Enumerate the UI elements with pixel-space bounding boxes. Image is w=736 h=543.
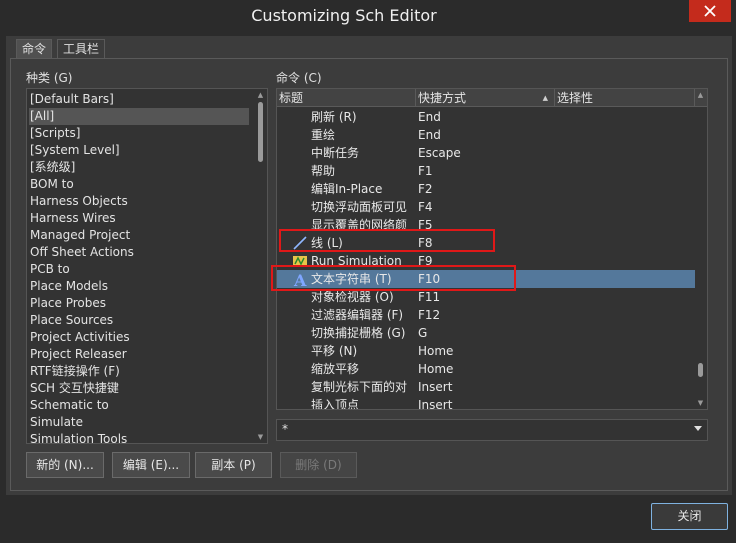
table-row[interactable]: 帮助 F1 bbox=[277, 162, 695, 180]
tab-toolbars[interactable]: 工具栏 bbox=[57, 39, 106, 59]
scroll-down-icon[interactable]: ▼ bbox=[695, 398, 706, 408]
table-row[interactable]: 重绘 End bbox=[277, 126, 695, 144]
delete-button[interactable]: 删除 (D) bbox=[280, 452, 357, 478]
col-shortcut-label: 快捷方式 bbox=[418, 91, 467, 105]
command-shortcut: Insert bbox=[418, 398, 453, 410]
close-icon bbox=[704, 5, 716, 17]
list-item[interactable]: RTF链接操作 (F) bbox=[29, 363, 249, 380]
command-name: 中断任务 bbox=[311, 146, 360, 160]
table-row[interactable]: 缩放平移 Home bbox=[277, 360, 695, 378]
scroll-down-icon[interactable]: ▼ bbox=[255, 432, 266, 442]
categories-scrollbar[interactable]: ▲ ▼ bbox=[255, 90, 266, 442]
window-close-button[interactable] bbox=[689, 0, 731, 22]
list-item[interactable]: SCH 交互快捷键 bbox=[29, 380, 249, 397]
table-row[interactable]: 切换捕捉栅格 (G) G bbox=[277, 324, 695, 342]
table-row[interactable]: 编辑In-Place F2 bbox=[277, 180, 695, 198]
list-item[interactable]: Managed Project bbox=[29, 227, 249, 244]
highlight-text-string-row bbox=[271, 265, 516, 291]
list-item[interactable]: [Default Bars] bbox=[29, 91, 249, 108]
command-shortcut: Home bbox=[418, 362, 454, 376]
command-shortcut: Home bbox=[418, 344, 454, 358]
table-row[interactable]: 刷新 (R) End bbox=[277, 108, 695, 126]
list-item[interactable]: Simulate bbox=[29, 414, 249, 431]
list-item[interactable]: [系统级] bbox=[29, 159, 249, 176]
list-item[interactable]: Project Activities bbox=[29, 329, 249, 346]
list-item[interactable]: PCB to bbox=[29, 261, 249, 278]
command-name: 编辑In-Place bbox=[311, 182, 383, 196]
list-item[interactable]: [Scripts] bbox=[29, 125, 249, 142]
command-name: 切换浮动面板可见 bbox=[311, 200, 408, 214]
close-button[interactable]: 关闭 bbox=[651, 503, 728, 530]
commands-scrollbar[interactable]: ▲ ▼ bbox=[695, 89, 706, 408]
list-item[interactable]: [All] bbox=[29, 108, 249, 125]
categories-label: 种类 (G) bbox=[26, 71, 73, 85]
scroll-thumb[interactable] bbox=[258, 102, 263, 162]
categories-list[interactable]: [Default Bars] [All] [Scripts] [System Leve… bbox=[26, 88, 268, 444]
list-item[interactable]: Harness Objects bbox=[29, 193, 249, 210]
list-item[interactable]: Place Models bbox=[29, 278, 249, 295]
command-name: 过滤器编辑器 (F) bbox=[311, 308, 404, 322]
command-shortcut: Insert bbox=[418, 380, 453, 394]
table-row[interactable]: 平移 (N) Home bbox=[277, 342, 695, 360]
table-row[interactable]: 过滤器编辑器 (F) F12 bbox=[277, 306, 695, 324]
filter-value: * bbox=[282, 422, 288, 436]
command-shortcut: F4 bbox=[418, 200, 433, 214]
command-name: 缩放平移 bbox=[311, 362, 360, 376]
edit-button[interactable]: 编辑 (E)... bbox=[112, 452, 190, 478]
table-row[interactable]: 中断任务 Escape bbox=[277, 144, 695, 162]
table-row[interactable]: 插入顶点 Insert bbox=[277, 396, 695, 410]
dialog-body: 命令 工具栏 种类 (G) [Default Bars] [All] [Script… bbox=[6, 36, 732, 495]
table-row[interactable]: 切换浮动面板可见 F4 bbox=[277, 198, 695, 216]
commands-label: 命令 (C) bbox=[276, 71, 322, 85]
col-title[interactable]: 标题 bbox=[277, 89, 416, 107]
command-shortcut: End bbox=[418, 110, 441, 124]
list-item[interactable]: [System Level] bbox=[29, 142, 249, 159]
new-button[interactable]: 新的 (N)... bbox=[26, 452, 104, 478]
list-item[interactable]: Harness Wires bbox=[29, 210, 249, 227]
command-shortcut: F2 bbox=[418, 182, 433, 196]
list-item[interactable]: BOM to bbox=[29, 176, 249, 193]
command-shortcut: F1 bbox=[418, 164, 433, 178]
grid-header: 标题 快捷方式 ▲ 选择性 bbox=[277, 89, 707, 107]
command-shortcut: G bbox=[418, 326, 428, 340]
col-selectivity[interactable]: 选择性 bbox=[555, 89, 695, 107]
window-title: Customizing Sch Editor bbox=[251, 6, 437, 25]
copy-button[interactable]: 副本 (P) bbox=[195, 452, 272, 478]
command-name: 平移 (N) bbox=[311, 344, 358, 358]
list-item[interactable]: Place Sources bbox=[29, 312, 249, 329]
tab-commands[interactable]: 命令 bbox=[16, 39, 53, 59]
sort-up-icon: ▲ bbox=[542, 94, 548, 102]
list-item[interactable]: Schematic to bbox=[29, 397, 249, 414]
command-name: 复制光标下面的对 bbox=[311, 380, 408, 394]
scroll-up-icon[interactable]: ▲ bbox=[255, 90, 266, 100]
list-item[interactable]: Project Releaser bbox=[29, 346, 249, 363]
col-shortcut[interactable]: 快捷方式 ▲ bbox=[416, 89, 555, 107]
list-item[interactable]: Simulation Tools bbox=[29, 431, 249, 443]
command-shortcut: F12 bbox=[418, 308, 441, 322]
command-name: 重绘 bbox=[311, 128, 336, 142]
table-row[interactable]: 复制光标下面的对 Insert bbox=[277, 378, 695, 396]
filter-combo[interactable]: * bbox=[276, 419, 708, 441]
command-shortcut: Escape bbox=[418, 146, 461, 160]
command-name: 插入顶点 bbox=[311, 398, 360, 410]
title-bar: Customizing Sch Editor bbox=[0, 0, 736, 30]
highlight-wire-row bbox=[279, 229, 495, 252]
command-name: 切换捕捉栅格 (G) bbox=[311, 326, 406, 340]
command-name: 刷新 (R) bbox=[311, 110, 357, 124]
list-item[interactable]: Place Probes bbox=[29, 295, 249, 312]
scroll-up-icon[interactable]: ▲ bbox=[695, 90, 706, 100]
command-shortcut: End bbox=[418, 128, 441, 142]
list-item[interactable]: Off Sheet Actions bbox=[29, 244, 249, 261]
command-name: 帮助 bbox=[311, 164, 336, 178]
scroll-thumb[interactable] bbox=[698, 363, 703, 377]
chevron-down-icon[interactable] bbox=[694, 426, 702, 431]
